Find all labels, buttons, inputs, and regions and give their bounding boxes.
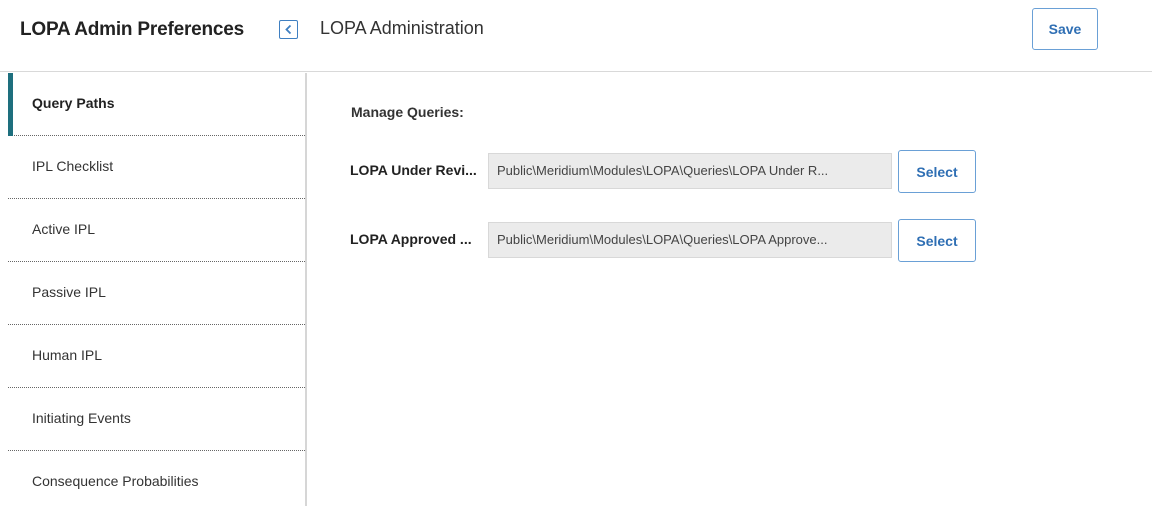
sidebar-item-label: Query Paths <box>32 95 115 111</box>
sidebar-item-active-ipl[interactable]: Active IPL <box>8 199 305 262</box>
sidebar-item-label: Initiating Events <box>32 410 131 426</box>
query-path-field-approved[interactable]: Public\Meridium\Modules\LOPA\Queries\LOP… <box>488 222 892 258</box>
query-label-approved: LOPA Approved ... <box>350 231 472 247</box>
select-button-under-review[interactable]: Select <box>898 150 976 193</box>
breadcrumb[interactable]: LOPA Administration <box>320 18 484 39</box>
sidebar-item-label: Consequence Probabilities <box>32 473 199 489</box>
select-button-approved[interactable]: Select <box>898 219 976 262</box>
sidebar-item-label: Active IPL <box>32 221 96 237</box>
sidebar-item-label: Human IPL <box>32 347 103 363</box>
section-title: Manage Queries: <box>351 104 464 120</box>
sidebar-item-human-ipl[interactable]: Human IPL <box>8 325 305 388</box>
sidebar: Query Paths IPL Checklist Active IPL Pas… <box>0 73 307 506</box>
page-title: LOPA Admin Preferences <box>20 19 245 40</box>
sidebar-item-passive-ipl[interactable]: Passive IPL <box>8 262 305 325</box>
sidebar-item-ipl-checklist[interactable]: IPL Checklist <box>8 136 305 199</box>
sidebar-item-initiating-events[interactable]: Initiating Events <box>8 388 305 451</box>
collapse-sidebar-button[interactable] <box>279 20 298 39</box>
query-label-under-review: LOPA Under Revi... <box>350 162 477 178</box>
chevron-left-icon <box>285 24 292 35</box>
sidebar-item-label: IPL Checklist <box>32 158 114 174</box>
query-path-field-under-review[interactable]: Public\Meridium\Modules\LOPA\Queries\LOP… <box>488 153 892 189</box>
main-content: Manage Queries: LOPA Under Revi... Publi… <box>308 73 1152 506</box>
sidebar-item-query-paths[interactable]: Query Paths <box>8 73 305 136</box>
sidebar-item-consequence-probabilities[interactable]: Consequence Probabilities <box>8 451 305 506</box>
sidebar-item-label: Passive IPL <box>32 284 106 300</box>
page-header: LOPA Admin Preferences LOPA Administrati… <box>0 0 1152 72</box>
save-button[interactable]: Save <box>1032 8 1098 50</box>
